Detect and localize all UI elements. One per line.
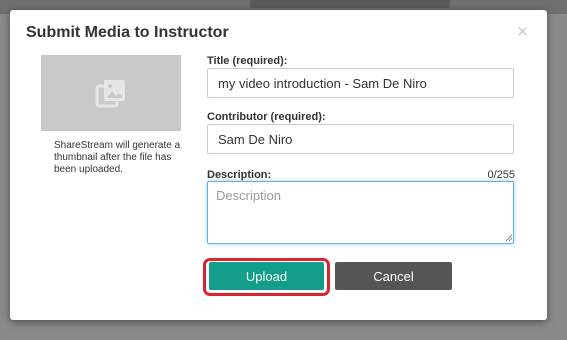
title-label: Title (required):	[207, 55, 288, 67]
backdrop-obscured-heading	[250, 0, 450, 8]
dialog-title: Submit Media to Instructor	[26, 24, 229, 41]
description-textarea[interactable]	[207, 181, 514, 244]
contributor-label: Contributor (required):	[207, 111, 326, 123]
thumbnail-caption: ShareStream will generate a thumbnail af…	[54, 140, 181, 175]
close-button[interactable]: ×	[516, 24, 529, 39]
contributor-input[interactable]	[207, 124, 514, 154]
resize-handle-icon[interactable]	[505, 234, 513, 242]
cancel-button[interactable]: Cancel	[335, 262, 452, 290]
description-label: Description:	[207, 169, 272, 181]
description-char-counter: 0/255	[487, 169, 515, 181]
submit-media-dialog: Submit Media to Instructor × ShareStream…	[10, 10, 547, 320]
title-input[interactable]	[207, 68, 514, 98]
upload-button[interactable]: Upload	[209, 262, 324, 290]
image-placeholder-icon	[95, 80, 125, 108]
thumbnail-placeholder	[41, 55, 181, 131]
